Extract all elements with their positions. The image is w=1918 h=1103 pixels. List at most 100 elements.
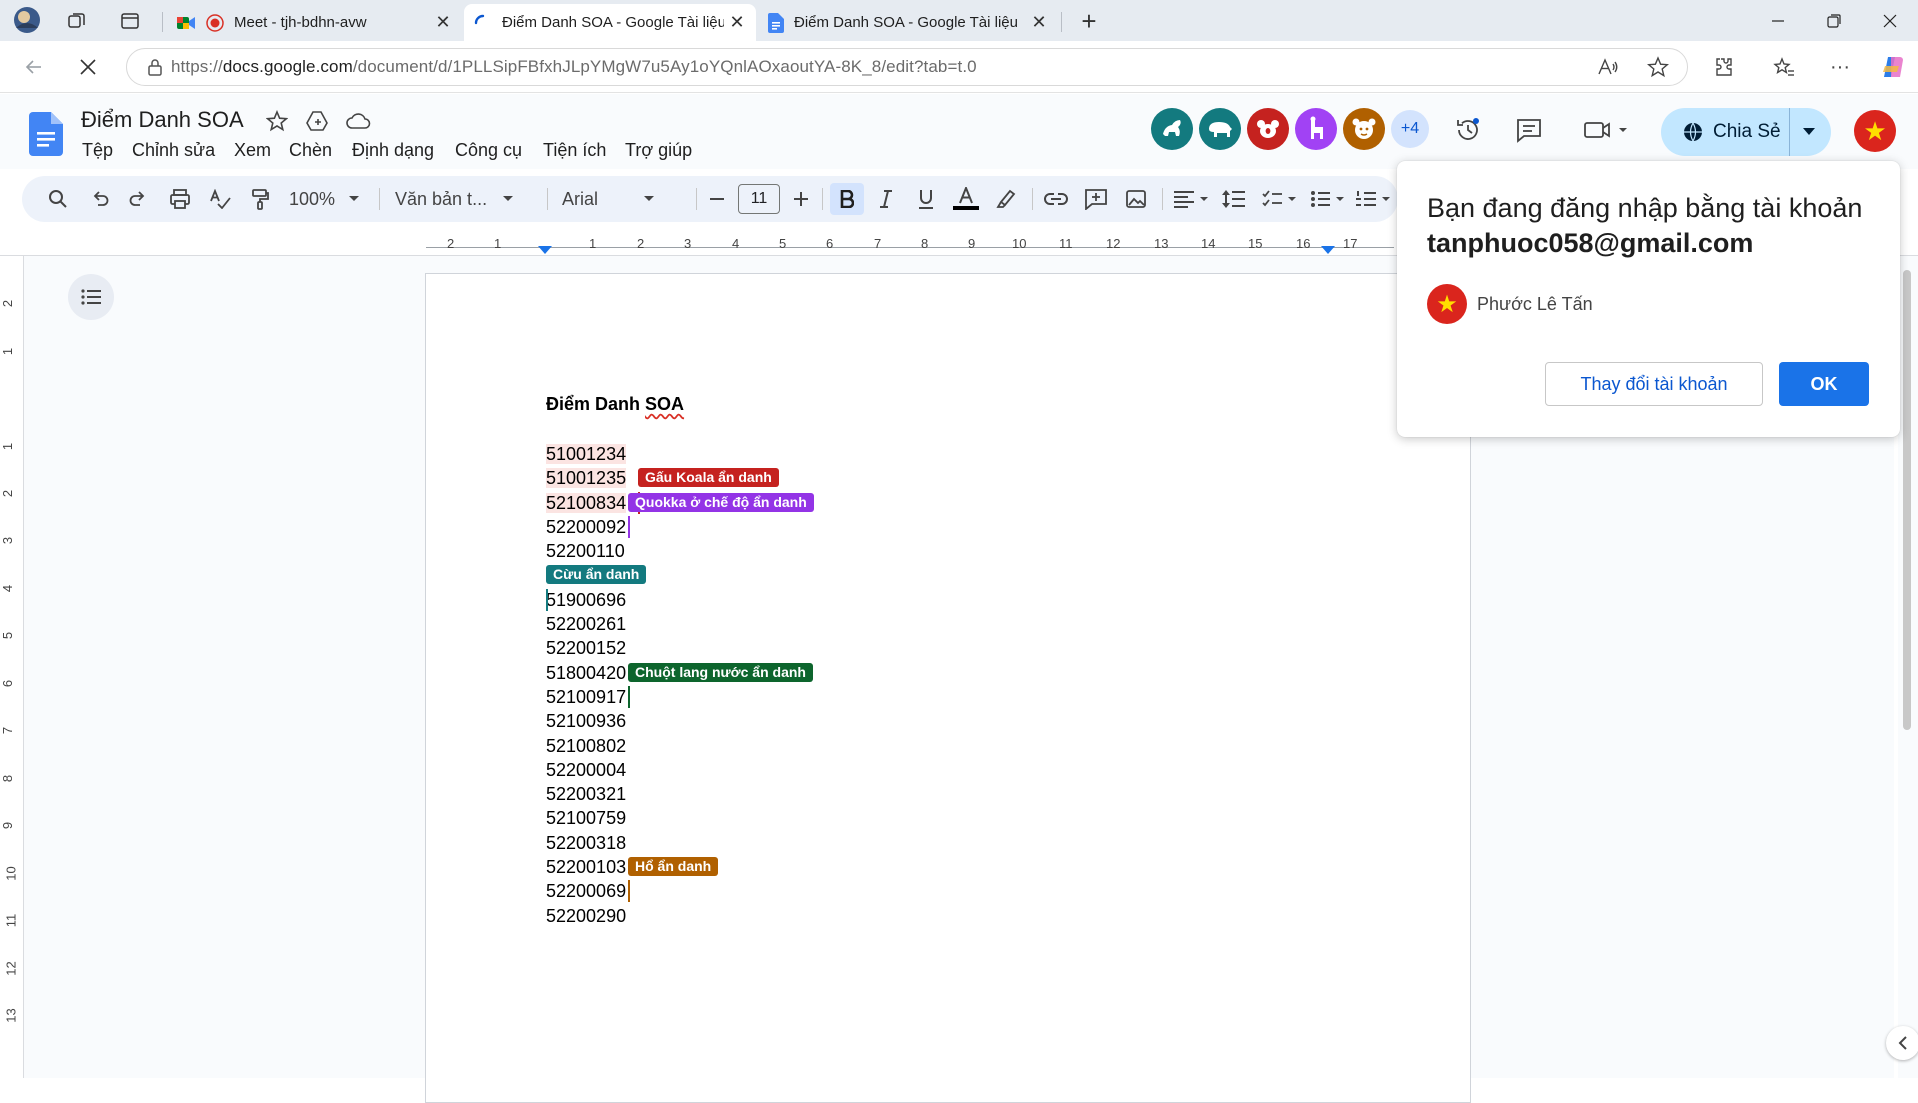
comments-icon[interactable] [1513,114,1545,146]
workspaces-icon[interactable] [64,8,90,34]
formatting-toolbar: 100% Văn bản t... Arial 11 [22,176,1398,222]
menu-tools[interactable]: Công cụ [455,140,522,161]
move-to-drive-icon[interactable] [305,110,329,132]
close-tab-icon[interactable]: ✕ [430,10,456,36]
list-item: 52100917 [546,685,630,709]
insert-image-icon[interactable] [1120,183,1152,215]
redo-icon[interactable] [122,183,154,215]
menu-file[interactable]: Tệp [82,140,113,161]
paragraph-style-value: Văn bản t... [395,188,488,209]
back-icon[interactable] [18,51,50,83]
list-item: 52100834 Quokka ở chế độ ẩn danh [546,491,814,515]
paragraph-style-select[interactable]: Văn bản t... [395,183,531,215]
ok-button[interactable]: OK [1779,362,1869,406]
collaborator-avatar-icon[interactable] [1199,108,1241,150]
minimize-window-icon[interactable] [1748,0,1808,41]
left-indent-marker-icon[interactable] [538,246,552,256]
ruler-tick: 1 [494,236,502,251]
font-size-input[interactable]: 11 [738,184,780,214]
star-icon[interactable] [266,110,288,132]
add-comment-icon[interactable] [1080,183,1112,215]
vertical-scrollbar[interactable] [1898,256,1918,1078]
highlight-color-icon[interactable] [990,183,1022,215]
extensions-icon[interactable] [1708,51,1740,83]
menu-format[interactable]: Định dạng [352,140,434,161]
side-panel-toggle-icon[interactable] [1886,1026,1918,1060]
increase-font-size-icon[interactable] [786,183,816,215]
misspelled-word: SOA [645,394,685,414]
more-options-icon[interactable]: ··· [1824,51,1856,83]
font-select[interactable]: Arial [562,183,682,215]
ruler-scale: 2 1 1 2 3 4 5 6 7 8 9 10 11 12 13 14 15 … [426,232,1394,256]
more-collaborators-badge[interactable]: +4 [1391,110,1429,148]
align-icon[interactable] [1170,183,1214,215]
collaborator-caret [628,685,630,708]
undo-icon[interactable] [84,183,116,215]
scrollbar-thumb[interactable] [1903,270,1911,730]
text-color-icon[interactable] [950,183,982,215]
share-dropdown-icon[interactable] [1803,128,1815,136]
close-tab-icon[interactable]: ✕ [1026,10,1052,36]
list-item: 52200321 [546,784,627,805]
italic-icon[interactable] [870,183,902,215]
document-page[interactable]: Điểm Danh SOA 51001234 51001235 Gấu Koal… [425,273,1471,1103]
version-history-icon[interactable] [1452,114,1484,146]
toolbar-divider [822,188,823,210]
spellcheck-icon[interactable] [204,183,236,215]
collaborator-avatar-icon[interactable] [1247,108,1289,150]
cloud-saved-icon[interactable] [345,111,371,131]
account-avatar-icon[interactable]: ★ [1854,110,1896,152]
tab-docs[interactable]: Điểm Danh SOA - Google Tài liệu ✕ [758,4,1058,41]
numbered-list-icon[interactable] [1352,183,1396,215]
collaborator-cursor-label: Chuột lang nước ẩn danh [628,662,813,682]
meet-call-icon[interactable] [1580,114,1632,146]
document-title[interactable]: Điểm Danh SOA [81,107,244,133]
favorites-list-icon[interactable] [1768,51,1800,83]
site-info-icon[interactable] [147,58,163,76]
ruler-tick: 6 [826,236,834,251]
list-item: 52100936 [546,711,627,732]
collaborator-avatar-icon[interactable] [1151,108,1193,150]
right-indent-marker-icon[interactable] [1321,246,1335,256]
change-account-button[interactable]: Thay đổi tài khoản [1545,362,1763,406]
menu-help[interactable]: Trợ giúp [625,140,692,161]
profile-avatar-icon[interactable] [12,5,42,35]
list-item: 52200110 [546,541,625,562]
collaborator-avatar-icon[interactable] [1343,108,1385,150]
print-icon[interactable] [164,183,196,215]
close-window-icon[interactable] [1860,0,1918,41]
menu-extensions[interactable]: Tiện ích [543,140,606,161]
tab-docs-active[interactable]: Điểm Danh SOA - Google Tài liệu ✕ [464,4,756,41]
insert-link-icon[interactable] [1040,183,1072,215]
menu-edit[interactable]: Chỉnh sửa [132,140,215,161]
share-button[interactable]: Chia Sẻ [1661,108,1831,156]
menu-view[interactable]: Xem [234,140,271,161]
decrease-font-size-icon[interactable] [702,183,732,215]
ruler-tick: 2 [637,236,645,251]
menu-insert[interactable]: Chèn [289,140,332,161]
ruler-tick: 16 [1296,236,1311,251]
paint-format-icon[interactable] [244,183,276,215]
bulleted-list-icon[interactable] [1306,183,1350,215]
underline-icon[interactable] [910,183,942,215]
ruler-tick: 13 [1154,236,1169,251]
address-bar[interactable]: https://docs.google.com/document/d/1PLLS… [126,48,1688,86]
tab-title: Điểm Danh SOA - Google Tài liệu [794,14,1018,31]
restore-window-icon[interactable] [1804,0,1864,41]
bold-icon[interactable] [830,183,864,215]
vertical-tabs-icon[interactable] [117,8,143,34]
google-docs-logo-icon[interactable] [29,112,63,156]
read-aloud-icon[interactable] [1592,51,1624,83]
copilot-icon[interactable] [1877,51,1909,83]
collaborator-avatar-icon[interactable] [1295,108,1337,150]
stop-loading-icon[interactable] [72,51,104,83]
search-menus-icon[interactable] [42,183,74,215]
tab-meet[interactable]: Meet - tjh-bdhn-avw ✕ [166,4,462,41]
favorite-star-icon[interactable] [1642,51,1674,83]
checklist-icon[interactable] [1258,183,1302,215]
line-spacing-icon[interactable] [1218,183,1250,215]
zoom-select[interactable]: 100% [284,183,364,215]
close-tab-icon[interactable]: ✕ [724,10,750,36]
new-tab-icon[interactable]: + [1076,6,1102,36]
document-outline-icon[interactable] [68,274,114,320]
